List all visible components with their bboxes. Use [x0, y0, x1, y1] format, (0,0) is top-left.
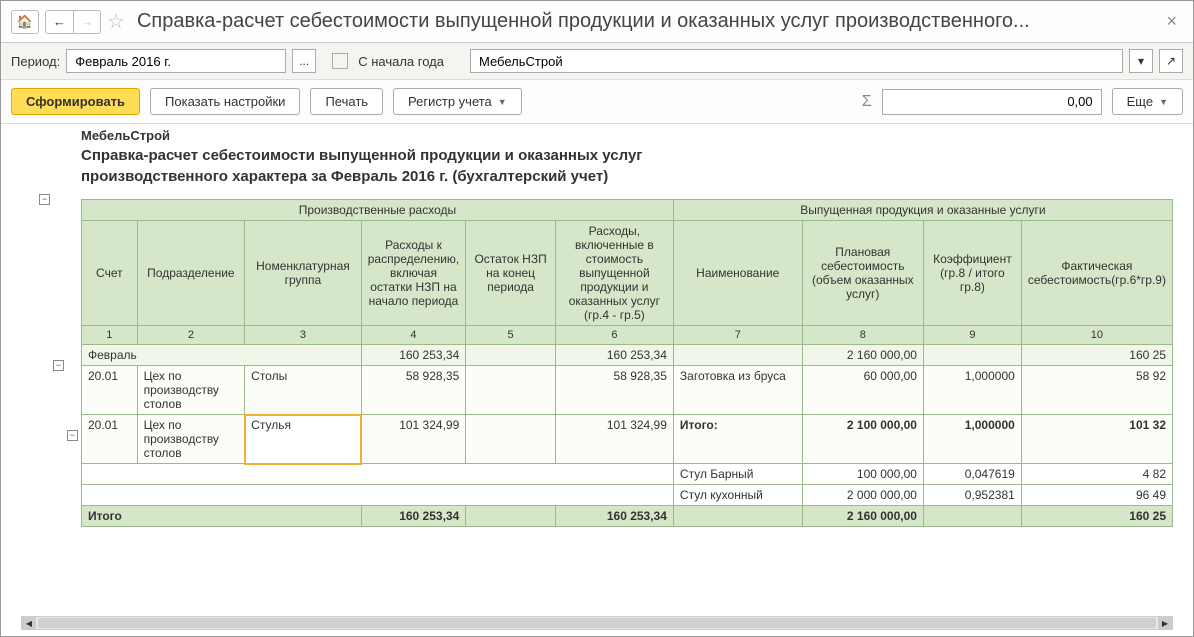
tree-collapse-button[interactable]: −: [53, 360, 64, 371]
scroll-right-button[interactable]: ▶: [1158, 617, 1172, 629]
col-h5: Остаток НЗП на конец периода: [466, 221, 556, 326]
organization-input[interactable]: [470, 49, 1123, 73]
print-button[interactable]: Печать: [310, 88, 383, 115]
back-button[interactable]: ←: [45, 10, 73, 34]
window-title: Справка-расчет себестоимости выпущенной …: [137, 10, 1155, 33]
col-group-1: Производственные расходы: [82, 200, 674, 221]
table-row[interactable]: 20.01 Цех по производству столов Столы 5…: [82, 366, 1173, 415]
col-h1: Счет: [82, 221, 138, 326]
more-button[interactable]: Еще▼: [1112, 88, 1183, 115]
since-year-label: С начала года: [358, 54, 444, 69]
forward-button[interactable]: →: [73, 10, 101, 34]
show-settings-button[interactable]: Показать настройки: [150, 88, 300, 115]
favorite-icon[interactable]: ☆: [107, 9, 125, 34]
chevron-down-icon: ▼: [1159, 97, 1168, 107]
horizontal-scrollbar[interactable]: ◀ ▶: [21, 616, 1173, 630]
form-button[interactable]: Сформировать: [11, 88, 140, 115]
period-input[interactable]: [66, 49, 286, 73]
toolbar: Сформировать Показать настройки Печать Р…: [1, 80, 1193, 124]
row-total[interactable]: Итого 160 253,34 160 253,34 2 160 000,00…: [82, 506, 1173, 527]
app-window: 🏠 ← → ☆ Справка-расчет себестоимости вып…: [0, 0, 1194, 637]
col-h3: Номенклатурная группа: [245, 221, 362, 326]
scroll-thumb[interactable]: [38, 618, 1156, 628]
report-grid: Производственные расходы Выпущенная прод…: [81, 199, 1173, 527]
report-area[interactable]: − − − МебельСтрой Справка-расчет себесто…: [1, 124, 1193, 616]
report-title: Справка-расчет себестоимости выпущенной …: [81, 145, 781, 187]
home-button[interactable]: 🏠: [11, 10, 39, 34]
report-org: МебельСтрой: [81, 128, 1173, 143]
period-picker-button[interactable]: ...: [292, 49, 316, 73]
titlebar: 🏠 ← → ☆ Справка-расчет себестоимости вып…: [1, 1, 1193, 43]
scroll-left-button[interactable]: ◀: [22, 617, 36, 629]
since-year-checkbox[interactable]: [332, 53, 348, 69]
col-h9: Коэффициент (гр.8 / итого гр.8): [923, 221, 1021, 326]
org-dropdown-button[interactable]: ▾: [1129, 49, 1153, 73]
sum-input[interactable]: [882, 89, 1102, 115]
col-h7: Наименование: [673, 221, 802, 326]
col-h4: Расходы к распределению, включая остатки…: [361, 221, 466, 326]
period-label: Период:: [11, 54, 60, 69]
row-month[interactable]: Февраль 160 253,34 160 253,34 2 160 000,…: [82, 345, 1173, 366]
chevron-down-icon: ▼: [498, 97, 507, 107]
org-open-button[interactable]: ↗: [1159, 49, 1183, 73]
close-button[interactable]: ×: [1160, 11, 1183, 32]
register-button[interactable]: Регистр учета▼: [393, 88, 522, 115]
filter-bar: Период: ... С начала года ▾ ↗: [1, 43, 1193, 80]
col-h8: Плановая себестоимость (объем оказанных …: [802, 221, 923, 326]
table-row-selected[interactable]: 20.01 Цех по производству столов Стулья …: [82, 415, 1173, 464]
col-group-2: Выпущенная продукция и оказанные услуги: [673, 200, 1172, 221]
col-h6: Расходы, включенные в стоимость выпущенн…: [555, 221, 673, 326]
table-row[interactable]: Стул Барный 100 000,00 0,047619 4 82: [82, 464, 1173, 485]
col-h10: Фактическая себестоимость(гр.6*гр.9): [1021, 221, 1172, 326]
tree-collapse-button[interactable]: −: [67, 430, 78, 441]
tree-collapse-button[interactable]: −: [39, 194, 50, 205]
table-row[interactable]: Стул кухонный 2 000 000,00 0,952381 96 4…: [82, 485, 1173, 506]
col-h2: Подразделение: [137, 221, 245, 326]
sigma-icon: Σ: [862, 93, 872, 111]
